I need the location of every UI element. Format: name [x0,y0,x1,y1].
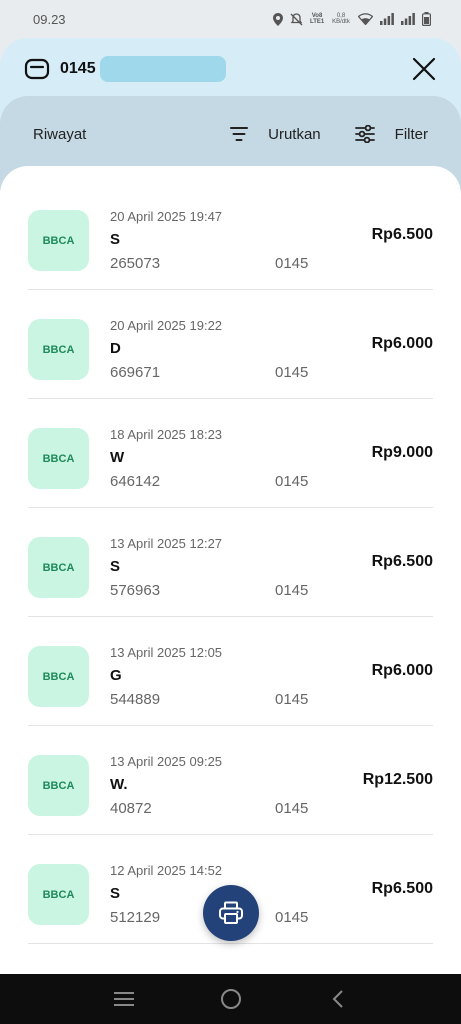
transaction-amount: Rp9.000 [371,444,433,461]
transaction-account: 0145 [275,691,309,708]
masked-account-redaction [99,56,226,82]
bank-badge: BBCA [28,755,89,816]
transaction-reference: 265073 [110,255,161,272]
transaction-datetime: 20 April 2025 19:22 [110,318,223,333]
transaction-name: S [110,885,121,902]
net-speed-unit: KB/dtk [332,19,350,25]
back-chevron-icon [332,990,343,1008]
transaction-amount: Rp12.500 [362,771,433,788]
transaction-name: D [110,340,121,357]
filter-button[interactable]: Filter [354,125,428,143]
transaction-reference: 544889 [110,691,161,708]
account-number: 0145 [60,60,96,77]
transaction-amount: Rp6.500 [371,880,433,897]
bank-badge: BBCA [28,646,89,707]
filter-sliders-icon [354,125,375,143]
transaction-name: W [110,449,125,466]
transaction-row[interactable]: BBCA 13 April 2025 09:25 W. 40872 0145 Rp12.5… [28,726,433,835]
filter-label: Filter [394,125,428,143]
transaction-row[interactable]: BBCA 13 April 2025 12:27 S 576963 0145 Rp6.50… [28,508,433,617]
transaction-reference: 576963 [110,582,161,599]
sort-button[interactable]: Urutkan [230,126,321,143]
transaction-account: 0145 [275,582,309,599]
sheet-header: 0145 [0,38,461,100]
signal-icon-2 [401,13,415,25]
home-circle-icon [220,989,241,1009]
transaction-row[interactable]: BBCA 20 April 2025 19:47 S 265073 0145 Rp6.50… [28,181,433,290]
transaction-datetime: 18 April 2025 18:23 [110,427,223,442]
transaction-name: G [110,667,122,684]
transaction-account: 0145 [275,909,309,926]
transaction-account: 0145 [275,473,309,490]
wallet-icon [24,58,50,80]
location-icon [273,12,283,26]
transaction-amount: Rp6.500 [371,553,433,570]
transaction-list-card: BBCA 20 April 2025 19:47 S 265073 0145 Rp6.50… [0,166,461,974]
bank-badge: BBCA [28,428,89,489]
battery-icon [422,12,431,26]
printer-icon [219,901,243,924]
transaction-reference: 646142 [110,473,161,490]
transaction-list: BBCA 20 April 2025 19:47 S 265073 0145 Rp6.50… [0,166,461,944]
home-button[interactable] [216,984,246,1014]
bank-badge: BBCA [28,210,89,271]
transaction-amount: Rp6.500 [371,226,433,243]
history-title: Riwayat [33,125,87,143]
transaction-name: S [110,231,121,248]
recent-apps-button[interactable] [109,984,139,1014]
close-icon[interactable] [411,56,437,82]
menu-icon [113,992,134,1006]
back-button[interactable] [323,984,353,1014]
bank-badge: BBCA [28,319,89,380]
history-sheet: 0145 Riwayat Urutkan Filter BBCA 20 Apri… [0,38,461,974]
mute-icon [290,12,303,25]
transaction-datetime: 12 April 2025 14:52 [110,863,223,878]
net-speed: 0,8 KB/dtk [331,13,351,25]
sort-icon [230,127,249,141]
bank-badge: BBCA [28,537,89,598]
transaction-reference: 40872 [110,800,152,817]
transaction-row[interactable]: BBCA 13 April 2025 12:05 G 544889 0145 Rp6.00… [28,617,433,726]
status-bar: 09.23 Vo8 LTE1 0,8 KB/dtk [0,0,461,38]
transaction-name: S [110,558,121,575]
print-button[interactable] [203,885,259,941]
status-time: 09.23 [33,11,66,27]
transaction-row[interactable]: BBCA 20 April 2025 19:22 D 669671 0145 Rp6.00… [28,290,433,399]
transaction-amount: Rp6.000 [371,662,433,679]
wifi-icon [358,13,373,25]
transaction-row[interactable]: BBCA 18 April 2025 18:23 W 646142 0145 Rp9.00… [28,399,433,508]
transaction-account: 0145 [275,364,309,381]
transaction-amount: Rp6.000 [371,335,433,352]
transaction-reference: 669671 [110,364,161,381]
transaction-datetime: 13 April 2025 12:27 [110,536,223,551]
sort-label: Urutkan [268,125,321,143]
transaction-datetime: 20 April 2025 19:47 [110,209,223,224]
volte-label: Vo8 LTE1 [310,13,325,25]
transaction-datetime: 13 April 2025 12:05 [110,645,223,660]
status-icons: Vo8 LTE1 0,8 KB/dtk [273,12,431,26]
system-nav-bar [0,974,461,1024]
transaction-name: W. [110,776,128,793]
transaction-reference: 512129 [110,909,161,926]
signal-icon-1 [380,13,394,25]
transaction-datetime: 13 April 2025 09:25 [110,754,223,769]
bank-badge: BBCA [28,864,89,925]
transaction-account: 0145 [275,255,309,272]
transaction-account: 0145 [275,800,309,817]
